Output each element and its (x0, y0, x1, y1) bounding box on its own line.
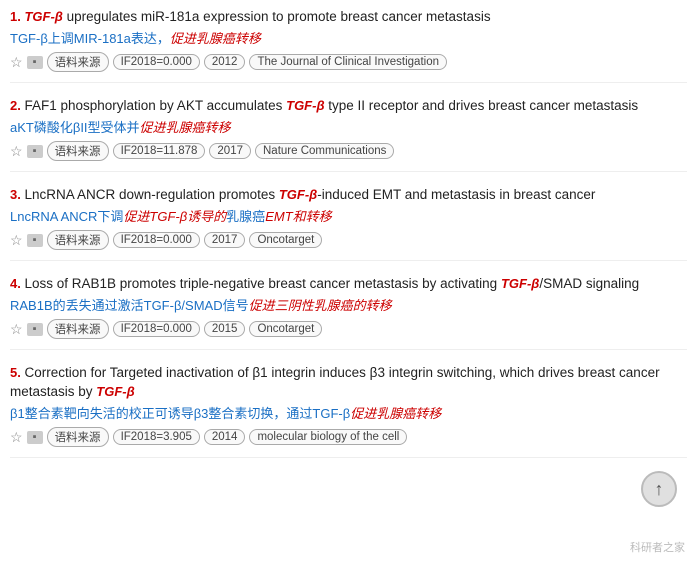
journal-tag: molecular biology of the cell (249, 429, 407, 445)
star-icon[interactable]: ☆ (10, 429, 23, 446)
result-item: 4. Loss of RAB1B promotes triple-negativ… (10, 275, 687, 350)
chinese-italic-red: 促进乳腺癌转移 (140, 120, 231, 135)
result-number: 5. (10, 365, 24, 380)
chinese-italic-red: EMT和转移 (265, 209, 331, 224)
journal-tag: Oncotarget (249, 232, 322, 248)
result-number: 3. (10, 187, 24, 202)
result-number: 1. (10, 9, 24, 24)
title-italic-red: TGF-β (501, 276, 539, 291)
year-tag: 2012 (204, 54, 246, 70)
journal-tag: Nature Communications (255, 143, 394, 159)
folder-icon[interactable]: ▪ (27, 145, 43, 158)
scroll-up-button[interactable]: ↑ (641, 471, 677, 507)
year-tag: 2015 (204, 321, 246, 337)
chinese-plain: aKT磷酸化βII型受体并 (10, 120, 140, 135)
result-number: 4. (10, 276, 24, 291)
title-plain: Loss of RAB1B promotes triple-negative b… (24, 276, 500, 291)
result-item: 1. TGF-β upregulates miR-181a expression… (10, 8, 687, 83)
meta-line: ☆ ▪ 语料来源IF2018=0.0002017Oncotarget (10, 230, 687, 250)
result-item: 2. FAF1 phosphorylation by AKT accumulat… (10, 97, 687, 172)
star-icon[interactable]: ☆ (10, 321, 23, 338)
chinese-plain: β1整合素靶向失活的校正可诱导β3整合素切换，通过TGF-β (10, 406, 350, 421)
meta-line: ☆ ▪ 语料来源IF2018=0.0002015Oncotarget (10, 319, 687, 339)
chinese-title: β1整合素靶向失活的校正可诱导β3整合素切换，通过TGF-β促进乳腺癌转移 (10, 405, 687, 423)
if-tag: IF2018=0.000 (113, 54, 200, 70)
chinese-title: RAB1B的丢失通过激活TGF-β/SMAD信号促进三阴性乳腺癌的转移 (10, 297, 687, 315)
title-plain: LncRNA ANCR down-regulation promotes (24, 187, 278, 202)
result-title: 5. Correction for Targeted inactivation … (10, 364, 687, 402)
watermark: 科研者之家 (630, 539, 685, 555)
result-item: 3. LncRNA ANCR down-regulation promotes … (10, 186, 687, 261)
chinese-plain: LncRNA ANCR下调 (10, 209, 123, 224)
result-title: 3. LncRNA ANCR down-regulation promotes … (10, 186, 687, 205)
chinese-title: aKT磷酸化βII型受体并促进乳腺癌转移 (10, 119, 687, 137)
result-number: 2. (10, 98, 24, 113)
title-italic-red: TGF-β (24, 9, 62, 24)
title-italic-red: TGF-β (96, 384, 134, 399)
chinese-plain: RAB1B的丢失通过激活TGF-β/SMAD信号 (10, 298, 249, 313)
journal-tag: The Journal of Clinical Investigation (249, 54, 447, 70)
source-tag[interactable]: 语料来源 (47, 230, 109, 250)
chinese-italic-red: 促进乳腺癌转移 (350, 406, 441, 421)
journal-tag: Oncotarget (249, 321, 322, 337)
result-title: 4. Loss of RAB1B promotes triple-negativ… (10, 275, 687, 294)
chinese-plain: TGF-β上调MIR-181a表达， (10, 31, 170, 46)
year-tag: 2017 (209, 143, 251, 159)
meta-line: ☆ ▪ 语料来源IF2018=11.8782017Nature Communicat… (10, 141, 687, 161)
title-plain: type II receptor and drives breast cance… (325, 98, 639, 113)
source-tag[interactable]: 语料来源 (47, 52, 109, 72)
result-title: 1. TGF-β upregulates miR-181a expression… (10, 8, 687, 27)
result-list: 1. TGF-β upregulates miR-181a expression… (10, 8, 687, 458)
title-italic-red: TGF-β (286, 98, 324, 113)
chinese-italic-red: 促进TGF-β诱导的 (123, 209, 226, 224)
source-tag[interactable]: 语料来源 (47, 141, 109, 161)
result-item: 5. Correction for Targeted inactivation … (10, 364, 687, 458)
folder-icon[interactable]: ▪ (27, 56, 43, 69)
meta-line: ☆ ▪ 语料来源IF2018=3.9052014molecular biology … (10, 427, 687, 447)
if-tag: IF2018=11.878 (113, 143, 206, 159)
if-tag: IF2018=0.000 (113, 321, 200, 337)
folder-icon[interactable]: ▪ (27, 431, 43, 444)
title-plain: upregulates miR-181a expression to promo… (63, 9, 491, 24)
title-plain: /SMAD signaling (539, 276, 639, 291)
year-tag: 2017 (204, 232, 246, 248)
title-plain: FAF1 phosphorylation by AKT accumulates (24, 98, 286, 113)
folder-icon[interactable]: ▪ (27, 234, 43, 247)
chinese-italic-red: 促进三阴性乳腺癌的转移 (249, 298, 392, 313)
star-icon[interactable]: ☆ (10, 54, 23, 71)
star-icon[interactable]: ☆ (10, 232, 23, 249)
source-tag[interactable]: 语料来源 (47, 427, 109, 447)
year-tag: 2014 (204, 429, 246, 445)
if-tag: IF2018=3.905 (113, 429, 200, 445)
folder-icon[interactable]: ▪ (27, 323, 43, 336)
title-italic-red: TGF-β (279, 187, 317, 202)
meta-line: ☆ ▪ 语料来源IF2018=0.0002012The Journal of Cli… (10, 52, 687, 72)
chinese-italic-red: 促进乳腺癌转移 (170, 31, 261, 46)
star-icon[interactable]: ☆ (10, 143, 23, 160)
source-tag[interactable]: 语料来源 (47, 319, 109, 339)
result-title: 2. FAF1 phosphorylation by AKT accumulat… (10, 97, 687, 116)
chinese-title: LncRNA ANCR下调促进TGF-β诱导的乳腺癌EMT和转移 (10, 208, 687, 226)
chinese-title: TGF-β上调MIR-181a表达，促进乳腺癌转移 (10, 30, 687, 48)
chinese-plain: 乳腺癌 (226, 209, 265, 224)
if-tag: IF2018=0.000 (113, 232, 200, 248)
title-plain: -induced EMT and metastasis in breast ca… (317, 187, 595, 202)
